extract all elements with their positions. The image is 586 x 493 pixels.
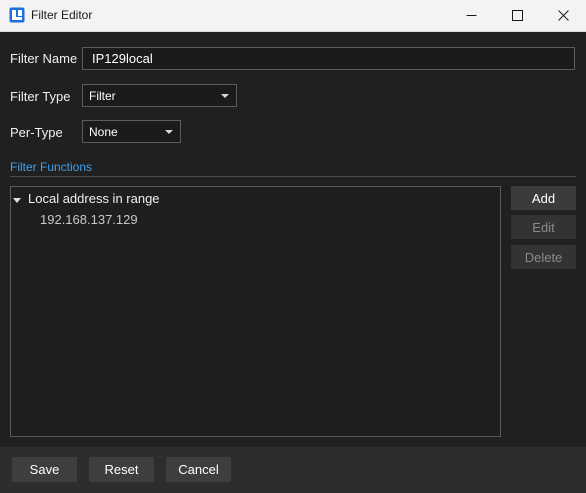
cancel-button[interactable]: Cancel <box>166 457 231 482</box>
save-button[interactable]: Save <box>12 457 77 482</box>
title-bar[interactable]: Filter Editor <box>0 0 586 32</box>
per-type-value: None <box>89 125 118 139</box>
tree-child-label: 192.168.137.129 <box>40 212 138 227</box>
maximize-icon <box>511 10 523 21</box>
add-button[interactable]: Add <box>511 186 576 210</box>
chevron-down-icon <box>165 130 173 134</box>
window-title: Filter Editor <box>31 8 93 22</box>
per-type-dropdown[interactable]: None <box>82 120 181 143</box>
filter-name-value: IP129local <box>92 51 153 66</box>
filter-type-dropdown[interactable]: Filter <box>82 84 237 107</box>
close-button[interactable] <box>540 0 586 31</box>
filter-name-label: Filter Name <box>10 51 78 66</box>
filter-functions-heading: Filter Functions <box>10 160 93 174</box>
edit-button[interactable]: Edit <box>511 215 576 239</box>
filter-type-value: Filter <box>89 89 116 103</box>
filter-name-input[interactable]: IP129local <box>82 47 575 70</box>
per-type-label: Per-Type <box>10 125 63 140</box>
delete-button[interactable]: Delete <box>511 245 576 269</box>
app-logo-icon <box>9 7 25 23</box>
minimize-button[interactable] <box>448 0 494 31</box>
filter-editor-window: Filter Editor Filter Name IP129local Fil… <box>0 0 586 493</box>
section-divider <box>10 176 576 177</box>
close-icon <box>557 10 569 21</box>
tree-child-item[interactable]: 192.168.137.129 <box>11 187 500 231</box>
minimize-icon <box>466 10 477 21</box>
reset-button[interactable]: Reset <box>89 457 154 482</box>
maximize-button[interactable] <box>494 0 540 31</box>
dialog-footer: Save Reset Cancel <box>0 447 586 493</box>
filter-functions-tree[interactable]: Local address in range 192.168.137.129 <box>10 186 501 437</box>
filter-type-label: Filter Type <box>10 89 71 104</box>
chevron-down-icon <box>221 94 229 98</box>
